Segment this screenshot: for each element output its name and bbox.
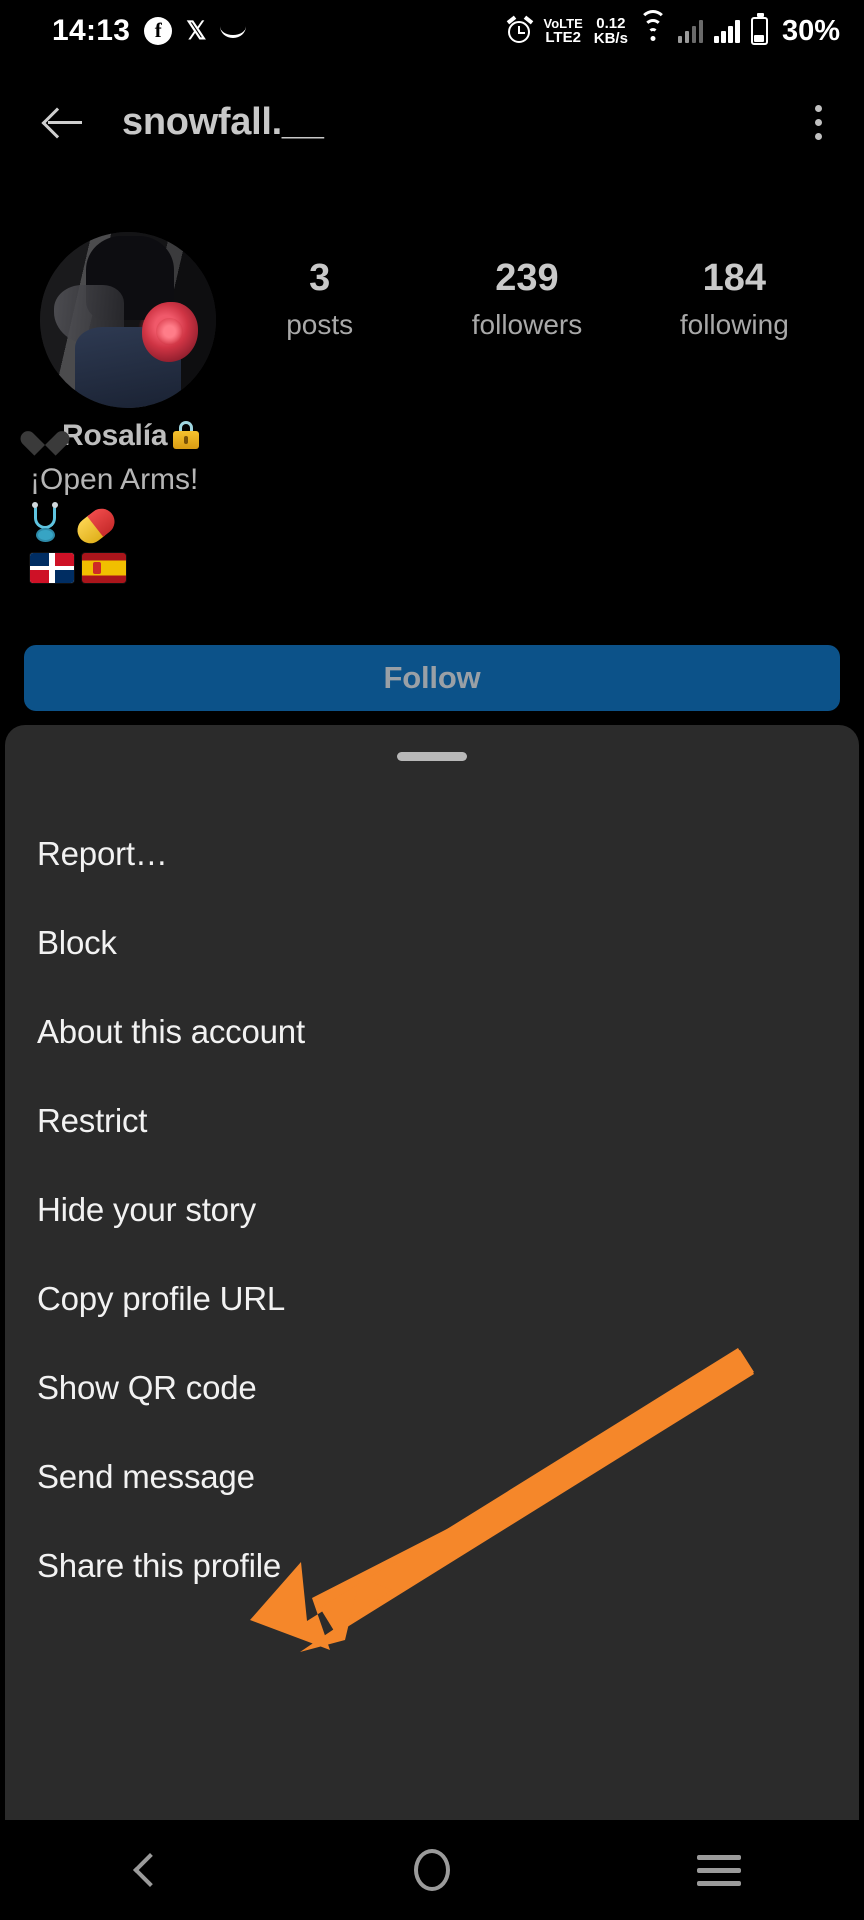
app-bar: snowfall.__ — [0, 78, 864, 166]
stat-posts[interactable]: 3 posts — [216, 256, 423, 341]
bottom-sheet-menu: Report… Block About this account Restric… — [5, 809, 859, 1610]
avatar[interactable] — [40, 232, 216, 408]
profile-bio: Rosalía ¡Open Arms! — [30, 415, 670, 591]
signal-bars-sim1-icon — [677, 19, 704, 43]
flag-dominican-republic-emoji — [30, 552, 74, 583]
stat-posts-count: 3 — [309, 257, 331, 299]
system-nav-bar — [0, 1820, 864, 1920]
battery-icon — [750, 13, 768, 45]
follow-button[interactable]: Follow — [24, 645, 840, 711]
status-bar-left: 14:13 𝕏 — [52, 14, 247, 48]
nav-back-icon[interactable] — [123, 1848, 167, 1892]
back-arrow-icon[interactable] — [38, 96, 90, 148]
menu-item-show-qr-code[interactable]: Show QR code — [5, 1343, 859, 1432]
menu-item-restrict[interactable]: Restrict — [5, 1076, 859, 1165]
volte-icon: VoLTE LTE2 — [543, 15, 583, 46]
network-speed-indicator: 0.12 KB/s — [593, 14, 628, 47]
profile-header: 3 posts 239 followers 184 following — [0, 232, 864, 408]
stat-followers-count: 239 — [495, 257, 559, 299]
x-twitter-icon: 𝕏 — [186, 16, 207, 45]
status-bar: 14:13 𝕏 VoLTE LTE2 0.12 KB/s — [0, 0, 864, 62]
bio-emoji-row-1 — [30, 501, 670, 549]
menu-item-copy-profile-url[interactable]: Copy profile URL — [5, 1254, 859, 1343]
menu-item-about-this-account[interactable]: About this account — [5, 987, 859, 1076]
menu-item-share-this-profile[interactable]: Share this profile — [5, 1521, 859, 1610]
stat-following[interactable]: 184 following — [631, 256, 838, 341]
pill-emoji — [72, 503, 120, 549]
drag-handle[interactable] — [397, 752, 467, 761]
nav-home-icon[interactable] — [413, 1849, 450, 1891]
status-bar-right: VoLTE LTE2 0.12 KB/s 30% — [506, 10, 840, 48]
wifi-icon — [638, 10, 667, 43]
battery-percent: 30% — [781, 14, 840, 47]
menu-item-hide-your-story[interactable]: Hide your story — [5, 1165, 859, 1254]
bio-line-1: ¡Open Arms! — [30, 462, 199, 496]
alarm-icon — [506, 15, 533, 44]
menu-item-send-message[interactable]: Send message — [5, 1432, 859, 1521]
kebab-menu-icon[interactable] — [815, 104, 822, 140]
bio-name-text: Rosalía — [62, 419, 168, 452]
stat-following-count: 184 — [702, 257, 767, 299]
swoosh-icon — [220, 24, 247, 38]
black-heart-emoji — [30, 421, 60, 448]
stat-following-label: following — [679, 308, 789, 340]
status-clock: 14:13 — [52, 14, 131, 47]
stat-followers-label: followers — [471, 308, 583, 340]
facebook-icon — [144, 17, 173, 45]
profile-stats: 3 posts 239 followers 184 following — [216, 256, 864, 341]
phone-screen: 14:13 𝕏 VoLTE LTE2 0.12 KB/s — [0, 0, 864, 1920]
stat-followers[interactable]: 239 followers — [423, 256, 630, 341]
bio-emoji-row-2 — [30, 547, 670, 591]
bio-display-name: Rosalía — [30, 415, 670, 458]
stethoscope-emoji — [30, 501, 68, 542]
locked-emoji — [173, 421, 200, 449]
menu-item-report[interactable]: Report… — [5, 809, 859, 898]
menu-item-block[interactable]: Block — [5, 898, 859, 987]
bottom-sheet: Report… Block About this account Restric… — [5, 725, 859, 1820]
page-title: snowfall.__ — [122, 100, 324, 143]
nav-recents-icon[interactable] — [696, 1854, 741, 1886]
signal-bars-sim2-icon — [714, 19, 740, 43]
flag-spain-emoji — [82, 552, 126, 583]
stat-posts-label: posts — [286, 308, 354, 340]
